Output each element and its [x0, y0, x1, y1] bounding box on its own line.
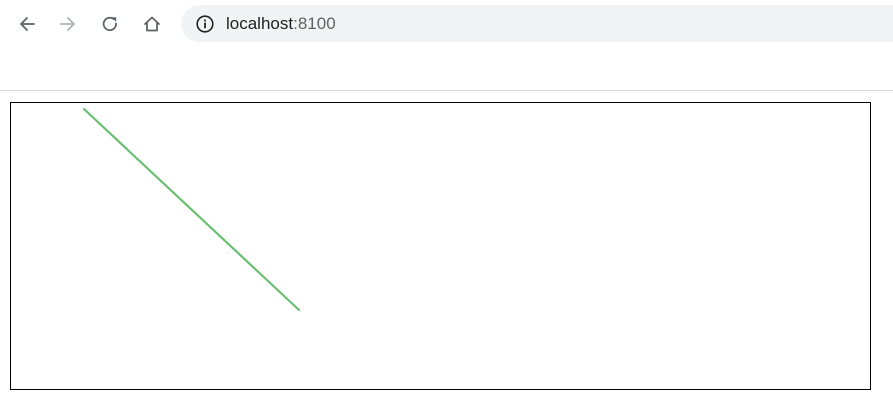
forward-button[interactable]: [52, 8, 84, 40]
canvas-drawing: [82, 107, 301, 312]
info-icon[interactable]: [195, 14, 215, 34]
drawn-line: [82, 107, 301, 312]
home-icon: [144, 16, 160, 32]
address-url[interactable]: localhost:8100: [226, 14, 336, 34]
arrow-right-icon: [60, 17, 75, 31]
browser-toolbar: localhost:8100: [0, 0, 893, 48]
reload-icon: [102, 16, 117, 32]
reload-button[interactable]: [94, 8, 126, 40]
home-button[interactable]: [136, 8, 168, 40]
page-viewport: [0, 91, 893, 405]
arrow-left-icon: [20, 17, 35, 31]
url-host: localhost: [226, 14, 294, 33]
address-bar[interactable]: localhost:8100: [181, 5, 893, 42]
drawing-canvas[interactable]: [10, 102, 871, 390]
url-port: :8100: [293, 14, 336, 33]
back-button[interactable]: [11, 8, 43, 40]
toolbar-spacer: [0, 48, 893, 90]
